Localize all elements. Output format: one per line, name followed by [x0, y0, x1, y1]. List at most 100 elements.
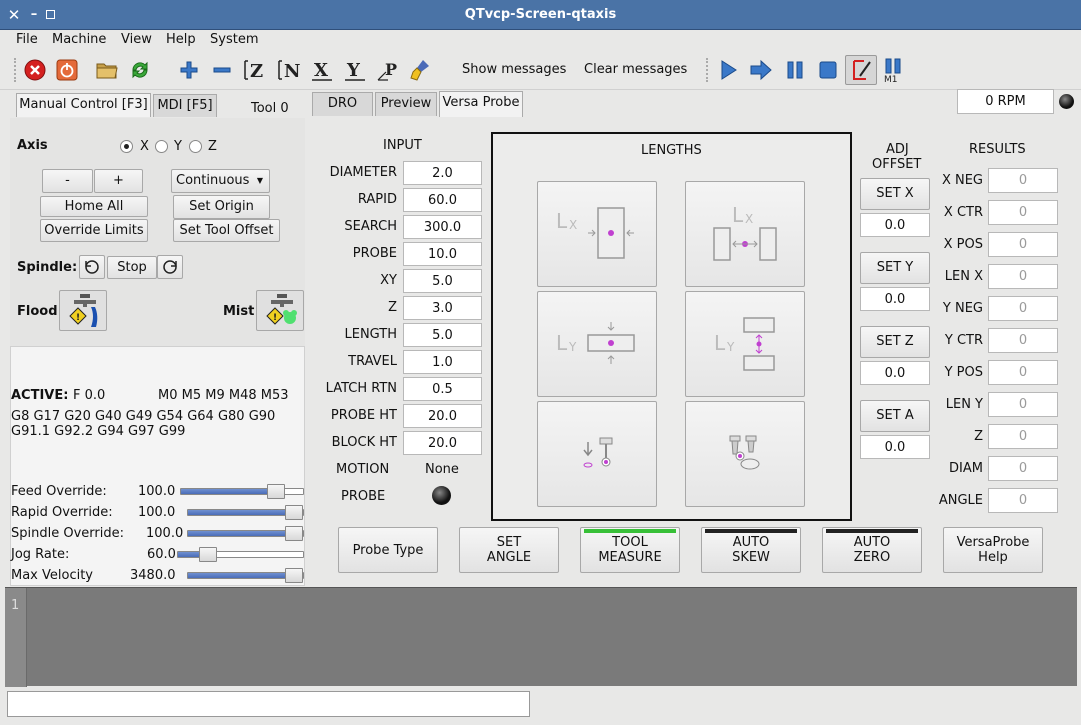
override-slider[interactable] — [187, 526, 304, 541]
offset-value-field[interactable]: 0.0 — [860, 213, 930, 237]
spindle-cw-button[interactable] — [157, 255, 183, 279]
menu-machine[interactable]: Machine — [52, 30, 106, 50]
tab-versa-probe[interactable]: Versa Probe — [439, 91, 523, 117]
input-field[interactable]: 300.0 — [403, 215, 482, 239]
estop-icon[interactable] — [23, 58, 47, 82]
clear-messages-button[interactable]: Clear messages — [584, 61, 687, 79]
input-field[interactable]: 3.0 — [403, 296, 482, 320]
tab-mdi[interactable]: MDI [F5] — [153, 94, 217, 117]
slider-handle[interactable] — [285, 568, 303, 583]
slider-handle[interactable] — [285, 505, 303, 520]
offset-value-field[interactable]: 0.0 — [860, 435, 930, 459]
length-y-inside-icon: LY — [714, 317, 775, 371]
mist-toggle[interactable]: ! — [256, 290, 304, 331]
stop-icon[interactable] — [816, 58, 840, 82]
probe-down-button[interactable] — [537, 401, 657, 507]
input-field[interactable]: 5.0 — [403, 323, 482, 347]
result-label: DIAM — [949, 461, 983, 476]
input-field[interactable]: 20.0 — [403, 431, 482, 455]
tab-dro[interactable]: DRO — [312, 92, 373, 116]
view-y-icon[interactable]: Y — [343, 58, 367, 82]
power-icon[interactable] — [55, 58, 79, 82]
length-y-inside-button[interactable]: LY — [685, 291, 805, 397]
step-icon[interactable] — [749, 58, 773, 82]
toolbar-separator — [706, 58, 708, 82]
probe-action-button[interactable]: SET ANGLE — [459, 527, 559, 573]
slider-handle[interactable] — [199, 547, 217, 562]
button-label-line1: AUTO — [853, 535, 891, 550]
jog-minus-button[interactable]: - — [42, 169, 93, 193]
show-messages-button[interactable]: Show messages — [462, 61, 566, 79]
menu-help[interactable]: Help — [166, 30, 196, 50]
menu-system[interactable]: System — [210, 30, 258, 50]
override-slider[interactable] — [187, 568, 304, 583]
offset-value-field[interactable]: 0.0 — [860, 287, 930, 311]
set-offset-button[interactable]: SET Y — [860, 252, 930, 284]
input-label: PROBE HT — [330, 408, 397, 423]
mist-label: Mist — [223, 304, 255, 319]
view-x-icon[interactable]: X — [310, 58, 334, 82]
axis-z-radio[interactable] — [189, 140, 202, 153]
view-perspective-icon[interactable]: P — [376, 58, 400, 82]
axis-y-radio[interactable] — [155, 140, 168, 153]
reload-icon[interactable] — [128, 58, 152, 82]
open-folder-icon[interactable] — [95, 58, 119, 82]
set-offset-button[interactable]: SET X — [860, 178, 930, 210]
length-y-outside-button[interactable]: LY — [537, 291, 657, 397]
slider-handle[interactable] — [267, 484, 285, 499]
menu-file[interactable]: File — [16, 30, 38, 50]
result-label: Y CTR — [944, 333, 983, 348]
set-offset-button[interactable]: SET A — [860, 400, 930, 432]
clear-plot-icon[interactable] — [409, 58, 433, 82]
axis-x-radio[interactable] — [120, 140, 133, 153]
run-icon[interactable] — [716, 58, 740, 82]
override-limits-button[interactable]: Override Limits — [40, 219, 148, 242]
optional-stop-icon[interactable]: M1 — [883, 58, 907, 83]
jog-mode-select[interactable]: Continuous ▼ — [171, 169, 270, 193]
view-z2-icon[interactable]: N — [277, 58, 301, 82]
probe-action-button[interactable]: AUTO SKEW — [701, 527, 801, 573]
length-x-inside-button[interactable]: LX — [685, 181, 805, 287]
view-z-icon[interactable]: Z — [243, 58, 267, 82]
home-all-button[interactable]: Home All — [40, 196, 148, 217]
input-header: INPUT — [383, 138, 422, 153]
probe-action-button[interactable]: AUTO ZERO — [822, 527, 922, 573]
probe-action-button[interactable]: Probe Type — [338, 527, 438, 573]
flood-toggle[interactable]: ! — [59, 290, 107, 331]
pause-icon[interactable] — [783, 58, 807, 82]
input-field[interactable]: 5.0 — [403, 269, 482, 293]
window-title: QTvcp-Screen-qtaxis — [464, 7, 617, 22]
zoom-in-icon[interactable] — [177, 58, 201, 82]
svg-text:M1: M1 — [884, 75, 898, 83]
gcode-editor[interactable]: 1 — [5, 587, 1077, 687]
input-field[interactable]: 10.0 — [403, 242, 482, 266]
slider-handle[interactable] — [285, 526, 303, 541]
axis-label: Axis — [17, 138, 48, 153]
set-origin-button[interactable]: Set Origin — [173, 195, 270, 219]
offset-value-field[interactable]: 0.0 — [860, 361, 930, 385]
input-field[interactable]: 60.0 — [403, 188, 482, 212]
set-tool-offset-button[interactable]: Set Tool Offset — [173, 219, 280, 242]
override-slider[interactable] — [177, 547, 304, 562]
mdi-command-input[interactable] — [7, 691, 530, 717]
spindle-stop-button[interactable]: Stop — [107, 256, 157, 279]
input-field[interactable]: 0.5 — [403, 377, 482, 401]
zoom-out-icon[interactable] — [210, 58, 234, 82]
override-label: Spindle Override: — [11, 526, 124, 541]
override-slider[interactable] — [180, 484, 304, 499]
menu-view[interactable]: View — [121, 30, 152, 50]
input-field[interactable]: 20.0 — [403, 404, 482, 428]
block-delete-toggle[interactable] — [845, 55, 877, 85]
spindle-ccw-button[interactable] — [79, 255, 105, 279]
input-field[interactable]: 1.0 — [403, 350, 482, 374]
probe-action-button[interactable]: VersaProbe Help — [943, 527, 1043, 573]
tab-preview[interactable]: Preview — [375, 92, 437, 116]
length-x-outside-button[interactable]: LX — [537, 181, 657, 287]
tool-setter-button[interactable] — [685, 401, 805, 507]
jog-plus-button[interactable]: + — [94, 169, 143, 193]
override-slider[interactable] — [187, 505, 304, 520]
set-offset-button[interactable]: SET Z — [860, 326, 930, 358]
probe-action-button[interactable]: TOOL MEASURE — [580, 527, 680, 573]
tab-manual-control[interactable]: Manual Control [F3] — [16, 93, 151, 117]
input-field[interactable]: 2.0 — [403, 161, 482, 185]
